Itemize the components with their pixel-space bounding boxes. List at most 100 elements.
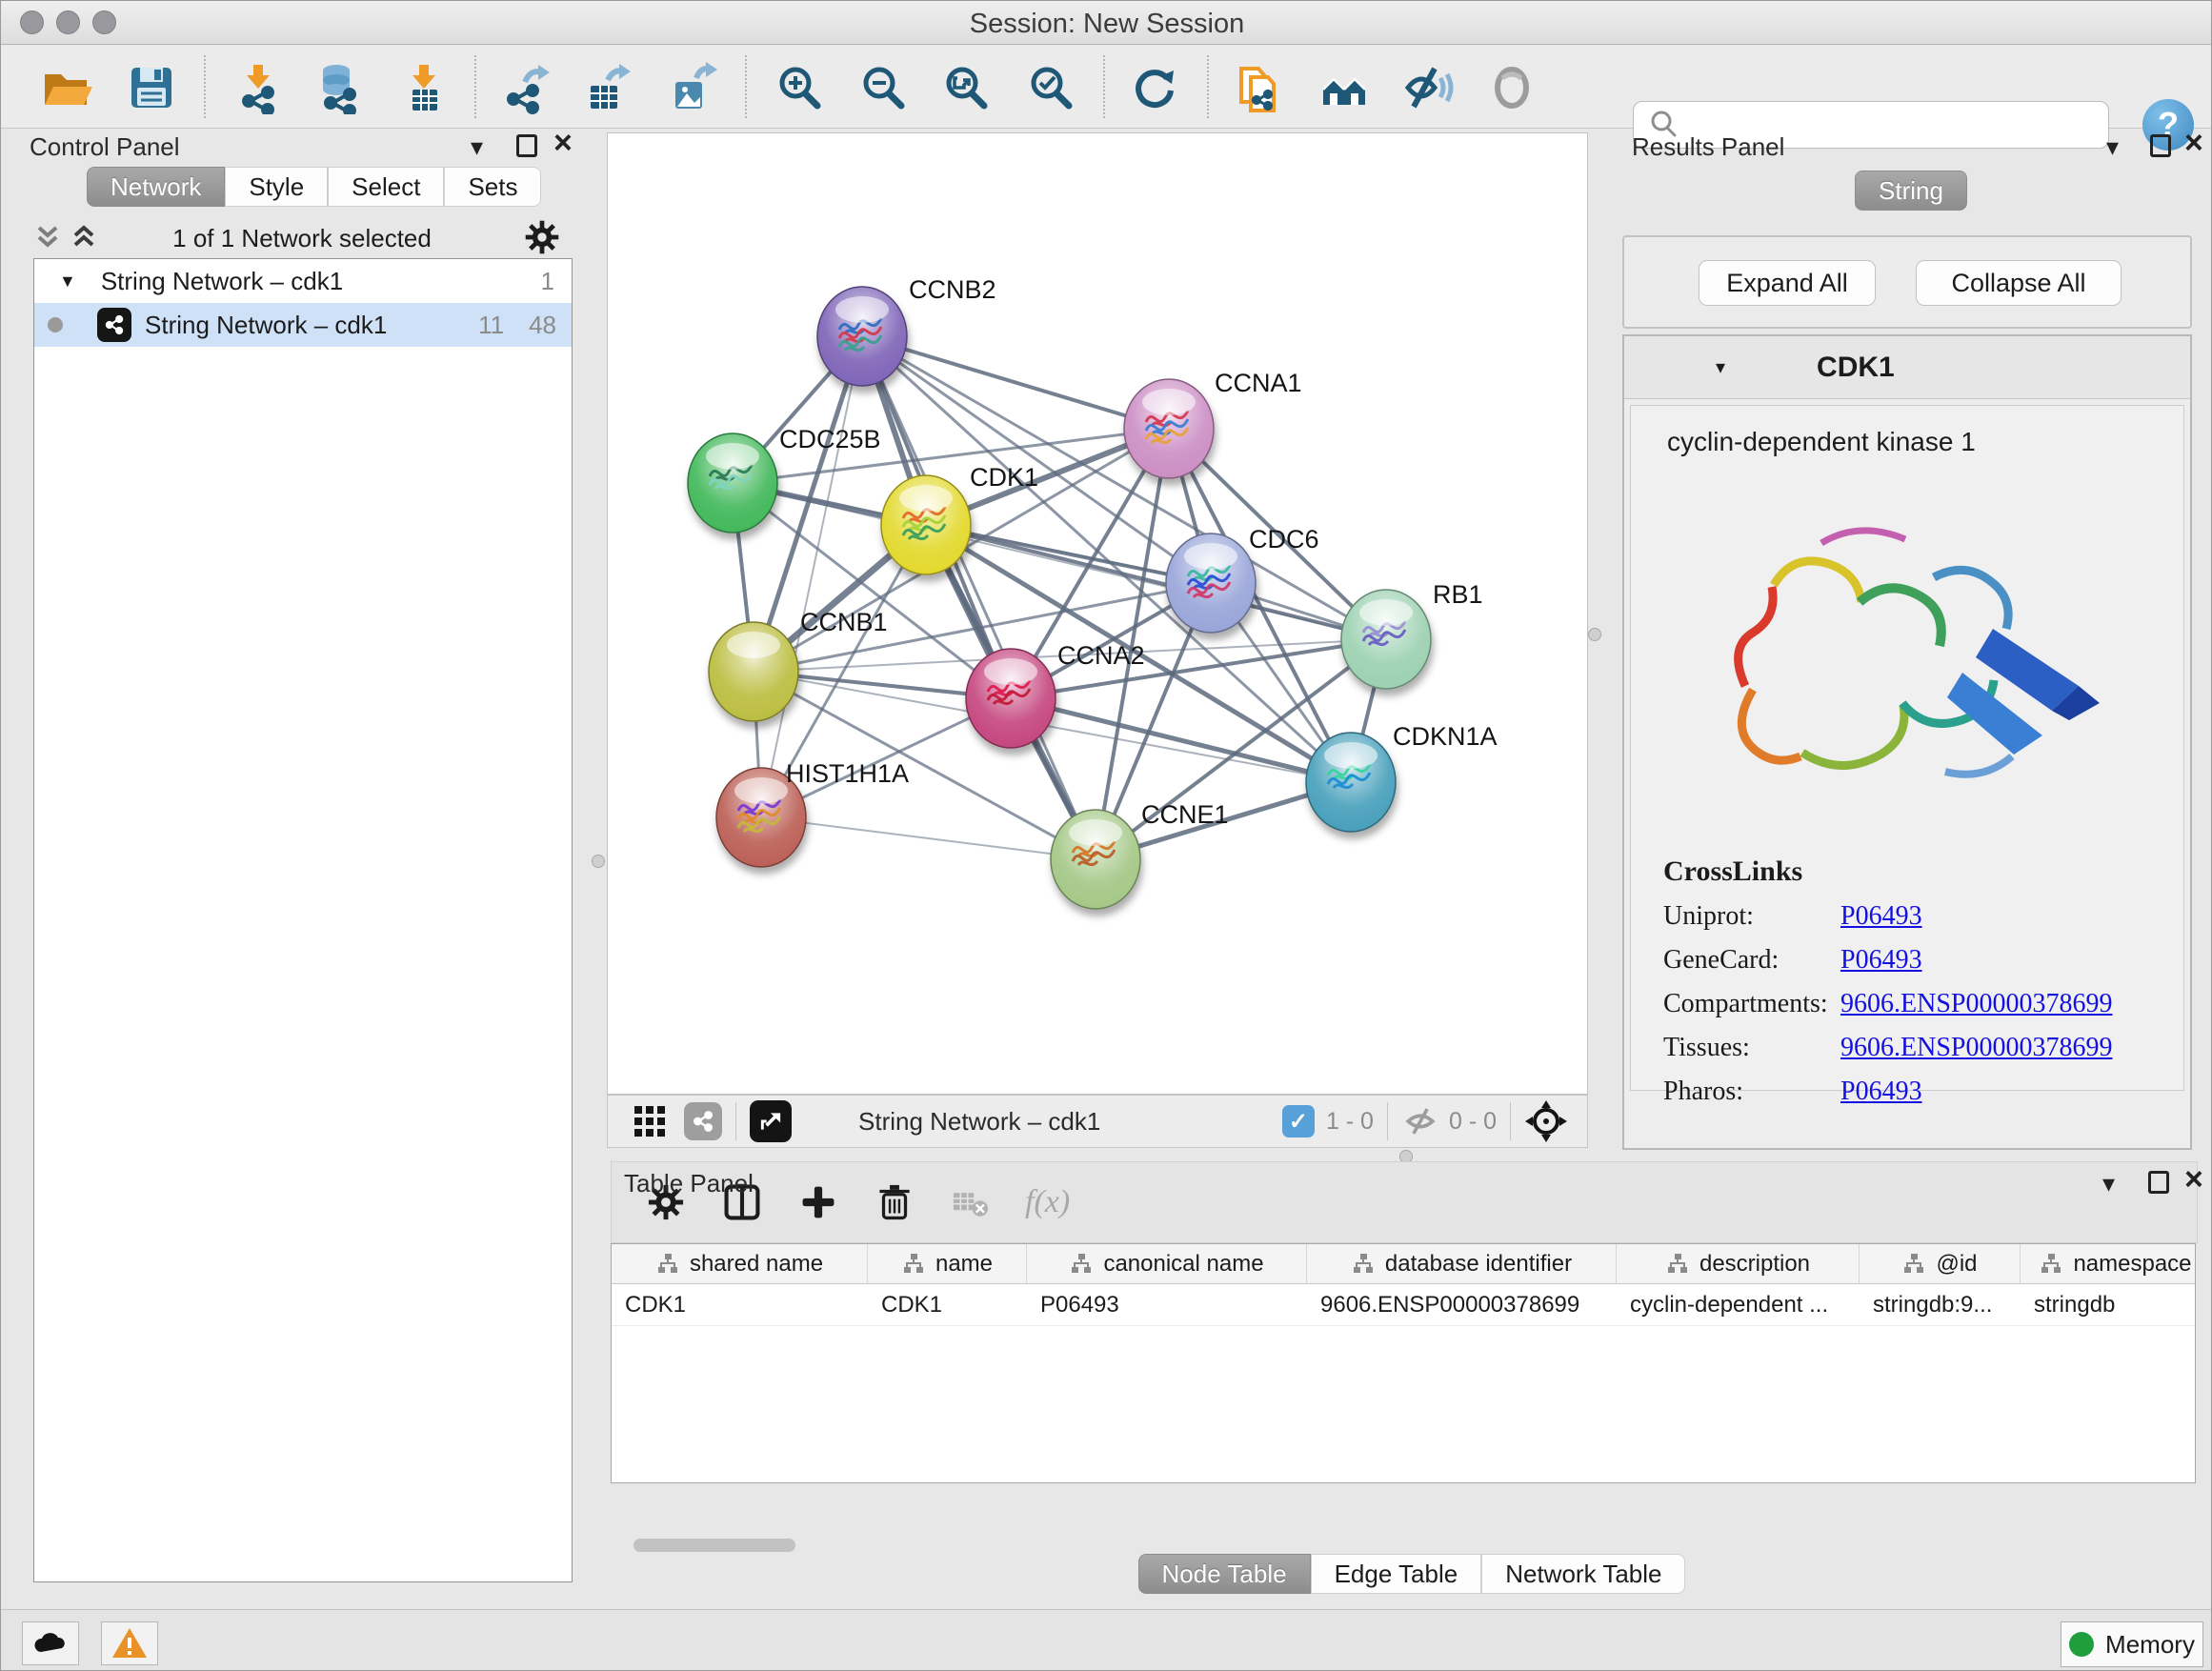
node-label-rb1: RB1 [1433, 580, 1483, 609]
cloud-icon [31, 1629, 70, 1658]
hide-selected-button[interactable] [1398, 59, 1456, 116]
table-cell[interactable]: stringdb:9... [1860, 1284, 2021, 1325]
import-table-button[interactable] [395, 59, 452, 116]
crosslink-value-link[interactable]: 9606.ENSP00000378699 [1840, 1033, 2112, 1063]
network-edge[interactable] [761, 817, 1096, 859]
zoom-out-button[interactable] [855, 59, 912, 116]
open-session-button[interactable] [37, 59, 94, 116]
control-panel-close-button[interactable]: × [553, 127, 573, 159]
table-cell[interactable]: CDK1 [612, 1284, 868, 1325]
import-network-file-button[interactable] [230, 59, 287, 116]
control-panel-float-button[interactable] [516, 134, 537, 157]
network-node-rb1[interactable] [1341, 590, 1431, 689]
network-node-cdk1[interactable] [881, 475, 971, 574]
import-network-database-button[interactable] [310, 59, 367, 116]
crosslink-value-link[interactable]: P06493 [1840, 945, 1922, 976]
tab-network-table[interactable]: Network Table [1481, 1554, 1685, 1594]
table-cell[interactable]: stringdb [2021, 1284, 2196, 1325]
protein-card-header[interactable]: ▾ CDK1 [1624, 336, 2190, 399]
detach-view-button[interactable] [750, 1100, 792, 1142]
export-image-button[interactable] [662, 59, 719, 116]
toolbar-separator [1510, 1102, 1511, 1140]
first-neighbors-button[interactable] [1316, 59, 1373, 116]
tree-expander-icon[interactable]: ▼ [59, 272, 76, 292]
column-sort-icon [655, 1252, 680, 1277]
table-panel-close-button[interactable]: × [2184, 1163, 2203, 1196]
table-panel-float-button[interactable] [2148, 1171, 2169, 1194]
tab-sets[interactable]: Sets [444, 167, 541, 207]
show-all-button[interactable] [1483, 59, 1540, 116]
network-node-ccna2[interactable] [966, 649, 1056, 748]
results-panel-float-button[interactable] [2150, 134, 2171, 157]
fit-selected-button[interactable] [1524, 1099, 1568, 1143]
table-cell[interactable]: P06493 [1027, 1284, 1307, 1325]
toolbar-separator [1103, 55, 1105, 118]
expand-all-button[interactable]: Expand All [1699, 260, 1876, 306]
network-node-cdkn1a[interactable] [1306, 733, 1396, 832]
birds-eye-view-button[interactable] [684, 1102, 722, 1140]
crosslink-value-link[interactable]: 9606.ENSP00000378699 [1840, 989, 2112, 1019]
table-row[interactable]: CDK1CDK1P064939606.ENSP00000378699cyclin… [612, 1284, 2195, 1326]
tab-network[interactable]: Network [87, 167, 225, 207]
network-edge[interactable] [761, 336, 862, 817]
left-splitter-handle[interactable] [592, 855, 605, 868]
network-collection-row[interactable]: ▼ String Network – cdk1 1 [34, 259, 572, 303]
export-network-button[interactable] [496, 59, 553, 116]
column-header[interactable]: name [868, 1244, 1027, 1283]
column-header[interactable]: namespace [2021, 1244, 2196, 1283]
network-canvas[interactable]: CCNB2CCNA1CDC25BCDK1CDC6RB1CCNB1CCNA2CDK… [607, 132, 1588, 1095]
network-node-ccne1[interactable] [1051, 810, 1140, 909]
tab-edge-table[interactable]: Edge Table [1311, 1554, 1482, 1594]
node-table[interactable]: shared name name canonical namedatabase id… [611, 1243, 2196, 1483]
table-header-row: shared name name canonical namedatabase id… [612, 1244, 2195, 1284]
tab-string[interactable]: String [1855, 171, 1967, 211]
column-header[interactable]: database identifier [1307, 1244, 1617, 1283]
network-node-ccna1[interactable] [1124, 379, 1214, 478]
column-header-label: name [935, 1251, 993, 1278]
network-node-ccnb1[interactable] [709, 622, 798, 721]
results-panel-close-button[interactable]: × [2184, 127, 2203, 159]
network-from-file-button[interactable] [1230, 59, 1287, 116]
tab-node-table[interactable]: Node Table [1138, 1554, 1311, 1594]
column-header[interactable]: description [1617, 1244, 1860, 1283]
table-cell[interactable]: 9606.ENSP00000378699 [1307, 1284, 1617, 1325]
collapse-all-button[interactable]: Collapse All [1916, 260, 2122, 306]
column-header[interactable]: @id [1860, 1244, 2021, 1283]
zoom-fit-button[interactable] [937, 59, 995, 116]
check-glyph: ✓ [1289, 1108, 1308, 1136]
table-cell[interactable]: cyclin-dependent ... [1617, 1284, 1860, 1325]
control-panel-collapse-button[interactable]: ▾ [471, 134, 483, 159]
show-grid-button[interactable] [633, 1104, 667, 1138]
memory-button[interactable]: Memory [2061, 1621, 2203, 1667]
tab-select[interactable]: Select [328, 167, 444, 207]
network-edge[interactable] [862, 336, 1169, 429]
tab-style[interactable]: Style [225, 167, 328, 207]
node-label-hist1h1a: HIST1H1A [786, 759, 909, 788]
export-table-button[interactable] [577, 59, 634, 116]
network-node-cdc25b[interactable] [688, 433, 777, 533]
control-panel-title: Control Panel [30, 132, 180, 162]
column-header[interactable]: shared name [612, 1244, 868, 1283]
warnings-button[interactable] [101, 1621, 158, 1665]
network-graph[interactable]: CCNB2CCNA1CDC25BCDK1CDC6RB1CCNB1CCNA2CDK… [608, 133, 1589, 1096]
zoom-selected-button[interactable] [1022, 59, 1079, 116]
selected-nodes-checkbox[interactable]: ✓ [1282, 1105, 1315, 1137]
table-cell[interactable]: CDK1 [868, 1284, 1027, 1325]
apply-layout-button[interactable] [1126, 59, 1183, 116]
collapse-section-icon[interactable]: ▾ [1716, 355, 1725, 379]
crosslink-value-link[interactable]: P06493 [1840, 901, 1922, 932]
network-node-ccnb2[interactable] [817, 287, 907, 386]
results-panel-collapse-button[interactable]: ▾ [2106, 134, 2119, 159]
cloud-status-button[interactable] [22, 1621, 79, 1665]
column-header[interactable]: canonical name [1027, 1244, 1307, 1283]
zoom-in-button[interactable] [771, 59, 828, 116]
delete-column-button[interactable] [873, 1180, 916, 1224]
network-row-selected[interactable]: String Network – cdk1 11 48 [34, 303, 572, 347]
crosslink-value-link[interactable]: P06493 [1840, 1077, 1922, 1107]
network-panel-options-button[interactable] [521, 216, 563, 258]
toolbar-separator [735, 1102, 736, 1140]
save-session-button[interactable] [123, 59, 180, 116]
create-column-button[interactable] [796, 1180, 840, 1224]
table-panel-collapse-button[interactable]: ▾ [2102, 1171, 2115, 1196]
network-node-cdc6[interactable] [1166, 534, 1256, 633]
